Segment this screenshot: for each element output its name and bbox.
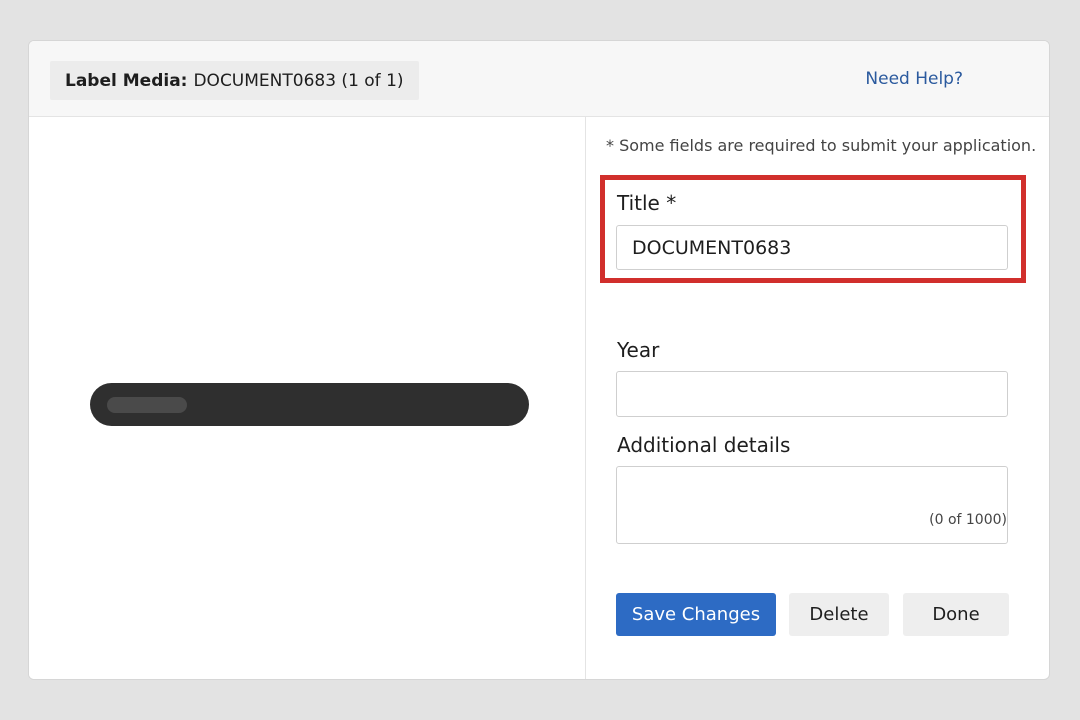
document-name: DOCUMENT0683 (1 of 1) (193, 70, 404, 91)
save-changes-button[interactable]: Save Changes (616, 593, 776, 636)
year-label: Year (617, 338, 660, 362)
delete-button[interactable]: Delete (789, 593, 889, 636)
additional-details-textarea[interactable] (616, 466, 1008, 544)
character-counter: (0 of 1000) (929, 512, 1007, 528)
title-label: Title * (617, 191, 677, 215)
additional-details-label: Additional details (617, 433, 791, 457)
media-preview-pane (29, 117, 586, 679)
label-media-dialog: Label Media: DOCUMENT0683 (1 of 1) Need … (28, 40, 1050, 680)
title-input[interactable] (616, 225, 1008, 270)
media-preview-placeholder-inner (107, 397, 187, 413)
dialog-title: Label Media: DOCUMENT0683 (1 of 1) (50, 61, 419, 100)
need-help-link[interactable]: Need Help? (865, 69, 963, 89)
media-preview-placeholder (90, 383, 529, 426)
year-input[interactable] (616, 371, 1008, 417)
required-fields-note: * Some fields are required to submit you… (606, 136, 1037, 155)
dialog-title-label: Label Media: (65, 70, 188, 91)
done-button[interactable]: Done (903, 593, 1009, 636)
dialog-header: Label Media: DOCUMENT0683 (1 of 1) Need … (29, 41, 1049, 117)
metadata-form: * Some fields are required to submit you… (586, 117, 1049, 679)
